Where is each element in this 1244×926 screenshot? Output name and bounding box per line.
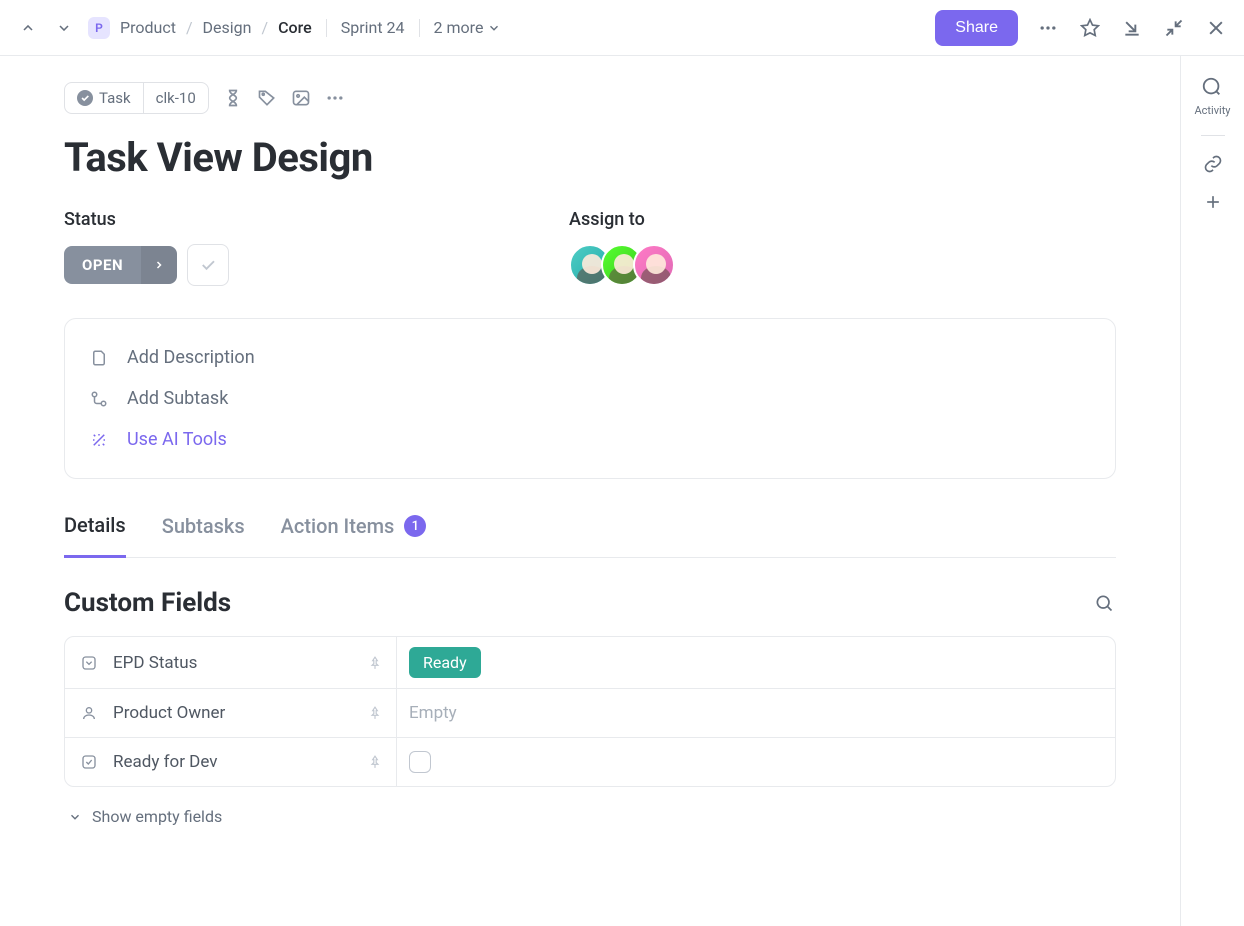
search-custom-fields-button[interactable] <box>1092 591 1116 615</box>
person-field-icon <box>79 705 99 721</box>
link-icon <box>1203 154 1223 174</box>
collapse-button[interactable] <box>1162 16 1186 40</box>
custom-field-row: Product Owner Empty <box>65 689 1115 738</box>
assign-block: Assign to <box>569 209 675 286</box>
use-ai-button[interactable]: Use AI Tools <box>89 419 1091 460</box>
avatar[interactable] <box>633 244 675 286</box>
space-icon: P <box>88 17 110 39</box>
sidebar-divider <box>1201 135 1225 136</box>
breadcrumb-more[interactable]: 2 more <box>434 18 502 37</box>
share-button[interactable]: Share <box>935 10 1018 46</box>
chat-bubble-icon <box>1201 76 1223 98</box>
breadcrumb-sprint[interactable]: Sprint 24 <box>341 18 405 37</box>
download-button[interactable] <box>1120 16 1144 40</box>
custom-fields-header: Custom Fields <box>64 588 1116 618</box>
checkbox-input[interactable] <box>409 751 431 773</box>
magic-wand-icon <box>89 431 109 449</box>
task-chip[interactable]: Task clk-10 <box>64 82 209 114</box>
pin-button[interactable] <box>368 706 382 720</box>
task-chip-id: clk-10 <box>144 83 208 113</box>
breadcrumb-item-product[interactable]: Product <box>120 18 176 37</box>
show-empty-fields-label: Show empty fields <box>92 807 222 826</box>
custom-field-name-label: Product Owner <box>113 703 225 723</box>
tab-details[interactable]: Details <box>64 513 126 558</box>
status-block: Status OPEN <box>64 209 229 286</box>
tab-subtasks[interactable]: Subtasks <box>162 513 245 557</box>
main-content: Task clk-10 Task View Design <box>0 56 1180 926</box>
pin-button[interactable] <box>368 755 382 769</box>
attachments-button[interactable] <box>291 88 311 108</box>
copy-link-button[interactable] <box>1203 154 1223 174</box>
assignee-avatars[interactable] <box>569 244 675 286</box>
breadcrumb-sep: / <box>186 18 193 37</box>
nav-prev-button[interactable] <box>16 16 40 40</box>
subtask-icon <box>89 390 109 408</box>
tags-button[interactable] <box>257 88 277 108</box>
status-badge: Ready <box>409 647 481 678</box>
topbar-left: P Product / Design / Core Sprint 24 2 mo… <box>16 16 935 40</box>
custom-field-row: EPD Status Ready <box>65 637 1115 689</box>
assign-label: Assign to <box>569 209 675 230</box>
add-subtask-button[interactable]: Add Subtask <box>89 378 1091 419</box>
tab-action-items-count: 1 <box>404 515 426 537</box>
tab-action-items[interactable]: Action Items 1 <box>281 513 427 557</box>
quick-actions: Add Description Add Subtask Use AI Tools <box>64 318 1116 479</box>
activity-tab[interactable]: Activity <box>1194 76 1230 117</box>
breadcrumb-more-label: 2 more <box>434 18 484 37</box>
status-value: OPEN <box>64 246 141 284</box>
custom-field-name-label: Ready for Dev <box>113 752 217 772</box>
activity-label: Activity <box>1194 104 1230 117</box>
more-actions-button[interactable] <box>325 88 345 108</box>
task-chip-type: Task <box>65 83 144 113</box>
meta-row: Status OPEN Assign to <box>64 209 1116 286</box>
status-label: Status <box>64 209 229 230</box>
empty-value: Empty <box>409 703 457 723</box>
topbar-right: Share <box>935 10 1228 46</box>
custom-fields-table: EPD Status Ready Product Owner <box>64 636 1116 787</box>
show-empty-fields-button[interactable]: Show empty fields <box>64 807 1116 826</box>
custom-field-value[interactable]: Empty <box>397 689 1115 737</box>
custom-field-value[interactable] <box>397 738 1115 786</box>
checkbox-field-icon <box>79 754 99 770</box>
check-circle-icon <box>77 90 93 106</box>
mark-complete-button[interactable] <box>187 244 229 286</box>
custom-field-value[interactable]: Ready <box>397 637 1115 688</box>
task-chip-type-label: Task <box>99 89 131 107</box>
custom-field-name[interactable]: Ready for Dev <box>65 738 397 786</box>
time-tracking-button[interactable] <box>223 88 243 108</box>
favorite-button[interactable] <box>1078 16 1102 40</box>
tabs: Details Subtasks Action Items 1 <box>64 513 1116 558</box>
task-title[interactable]: Task View Design <box>64 134 1116 181</box>
pin-button[interactable] <box>368 656 382 670</box>
breadcrumb-item-design[interactable]: Design <box>203 18 252 37</box>
breadcrumb-divider <box>326 19 327 37</box>
breadcrumb: P Product / Design / Core Sprint 24 2 mo… <box>88 17 501 39</box>
close-button[interactable] <box>1204 16 1228 40</box>
breadcrumb-sep: / <box>262 18 269 37</box>
breadcrumb-item-core[interactable]: Core <box>278 18 312 37</box>
chevron-down-icon <box>68 810 82 824</box>
dropdown-field-icon <box>79 655 99 671</box>
status-pill[interactable]: OPEN <box>64 246 177 284</box>
custom-field-name[interactable]: Product Owner <box>65 689 397 737</box>
custom-field-name-label: EPD Status <box>113 653 197 673</box>
topbar: P Product / Design / Core Sprint 24 2 mo… <box>0 0 1244 56</box>
breadcrumb-divider <box>419 19 420 37</box>
plus-icon <box>1203 192 1223 212</box>
add-description-button[interactable]: Add Description <box>89 337 1091 378</box>
right-sidebar: Activity <box>1180 56 1244 926</box>
nav-next-button[interactable] <box>52 16 76 40</box>
add-panel-button[interactable] <box>1203 192 1223 212</box>
status-next-button[interactable] <box>141 246 177 284</box>
add-subtask-label: Add Subtask <box>127 388 228 409</box>
custom-fields-title: Custom Fields <box>64 588 231 618</box>
tab-action-items-label: Action Items <box>281 514 395 538</box>
use-ai-label: Use AI Tools <box>127 429 227 450</box>
more-menu-button[interactable] <box>1036 16 1060 40</box>
custom-field-row: Ready for Dev <box>65 738 1115 786</box>
document-icon <box>89 349 109 367</box>
add-description-label: Add Description <box>127 347 255 368</box>
task-chip-row: Task clk-10 <box>64 82 1116 114</box>
custom-field-name[interactable]: EPD Status <box>65 637 397 688</box>
